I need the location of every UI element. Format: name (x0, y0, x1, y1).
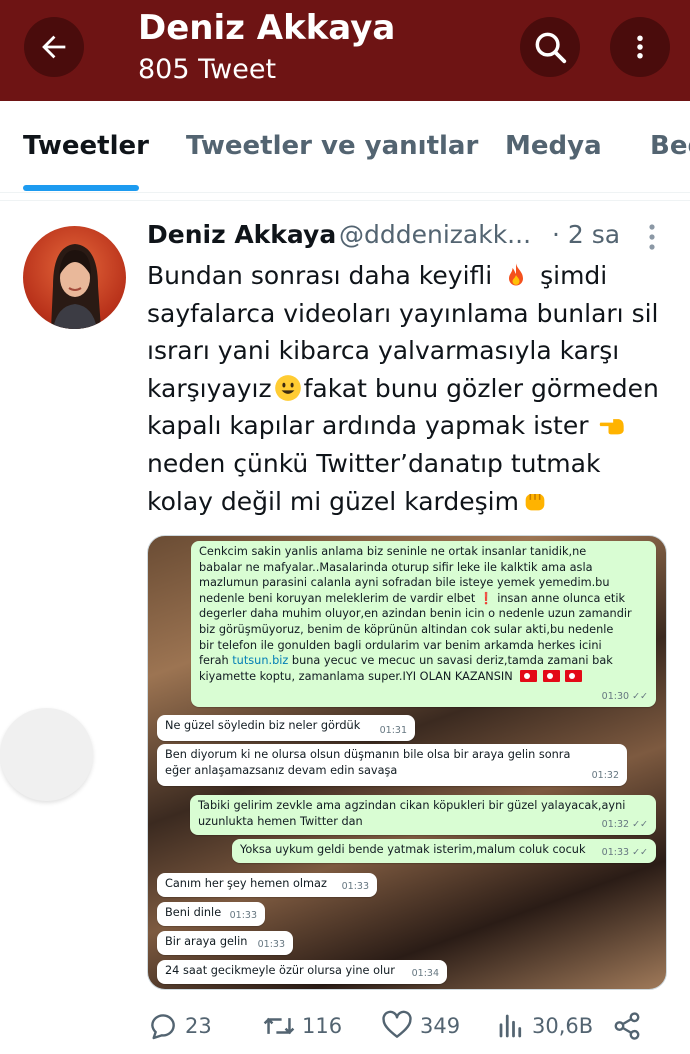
tweet-actions: 23 116 349 30,6B (0, 1010, 690, 1050)
tweet-line: Bundan sonrası daha keyifli (147, 261, 493, 290)
tweet-line: neden çünkü Twitter’danatıp tutmak (147, 448, 601, 478)
tweet-timestamp[interactable]: · 2 sa (552, 220, 620, 249)
chat-message-outgoing: Cenkcim sakin yanlis anlama biz seninle … (191, 541, 656, 707)
tab-media[interactable]: Medya (505, 131, 602, 161)
tweet-line: kolay değil mi güzel kardeşim (147, 486, 519, 516)
tweet-line: ısrarı yani kibarca yalvarmasıyla karşı (147, 336, 620, 366)
tweet-more-button[interactable] (640, 222, 664, 252)
tweet-image[interactable]: Cenkcim sakin yanlis anlama biz seninle … (147, 535, 667, 990)
tweet-line: kapalı kapılar ardında yapmak ister (147, 411, 589, 441)
divider (0, 200, 690, 201)
more-options-button[interactable] (610, 17, 670, 77)
chat-message-incoming: Ne güzel söyledin biz neler gördük 01:31 (157, 715, 415, 741)
smiling-face-emoji-icon (274, 374, 301, 401)
header-tweet-count: 805 Tweet (138, 54, 277, 85)
reply-button[interactable]: 23 (147, 1010, 212, 1042)
tab-tweets-and-replies[interactable]: Tweetler ve yanıtlar (186, 131, 478, 161)
tweet-author-handle[interactable]: @dddenizakk... (339, 220, 531, 249)
arrow-left-icon (42, 35, 66, 59)
chat-message-outgoing: Tabiki gelirim zevkle ama agzindan cikan… (190, 795, 656, 835)
avatar-illustration (51, 244, 101, 329)
chat-message-incoming: Beni dinle 01:33 (157, 902, 265, 926)
exclamation-emoji-icon: ❗ (475, 591, 498, 605)
view-count: 30,6B (532, 1014, 594, 1038)
reply-count: 23 (185, 1014, 212, 1038)
turkey-flag-icon (565, 669, 583, 682)
tweet-author-name[interactable]: Deniz Akkaya (147, 220, 336, 249)
like-button[interactable]: 349 (380, 1010, 460, 1042)
tab-likes[interactable]: Beğ (650, 131, 690, 161)
chat-link: tutsun.biz (232, 654, 289, 668)
avatar[interactable] (23, 226, 126, 329)
views-icon (499, 1014, 522, 1038)
chat-message-incoming: Ben diyorum ki ne olursa olsun düşmanın … (157, 744, 627, 786)
views-button[interactable]: 30,6B (496, 1010, 593, 1042)
tweet-line: sayfalarca videoları yayınlama bunları s… (147, 298, 659, 328)
heart-icon (382, 1010, 412, 1038)
tweet-line: karşıyayız (147, 373, 272, 403)
share-button[interactable] (612, 1010, 648, 1042)
turkey-flag-icon (520, 669, 538, 682)
floating-action-button[interactable] (0, 708, 93, 801)
turkey-flag-icon (542, 669, 560, 682)
search-button[interactable] (520, 17, 580, 77)
like-count: 349 (420, 1014, 461, 1038)
more-vertical-icon (649, 224, 655, 250)
retweet-count: 116 (302, 1014, 343, 1038)
retweet-button[interactable]: 116 (262, 1010, 342, 1042)
chat-message-outgoing: Yoksa uykum geldi bende yatmak isterim,m… (232, 839, 656, 863)
profile-tabs: Tweetler Tweetler ve yanıtlar Medya Beğ (0, 101, 690, 193)
oncoming-fist-emoji-icon (525, 493, 545, 510)
active-tab-indicator (23, 185, 139, 191)
share-icon (614, 1012, 640, 1040)
back-button[interactable] (24, 17, 84, 77)
tweet-line: şimdi (540, 261, 608, 290)
tab-tweets[interactable]: Tweetler (23, 131, 149, 161)
more-vertical-icon (637, 35, 643, 59)
fire-emoji-icon (509, 263, 524, 286)
tweet-line: fakat bunu gözler görmeden (303, 373, 659, 403)
chat-message-incoming: Canım her şey hemen olmaz 01:33 (157, 873, 377, 897)
reply-icon (151, 1014, 175, 1040)
backhand-index-pointing-left-emoji-icon (600, 419, 625, 435)
retweet-icon (263, 1017, 295, 1035)
header-name: Deniz Akkaya (138, 8, 396, 48)
tweet-text: Bundan sonrası daha keyifli şimdi sayfal… (147, 257, 672, 520)
chat-message-incoming: Bir araya gelin 01:33 (157, 931, 293, 955)
chat-message-incoming: 24 saat gecikmeyle özür olursa yine olur… (157, 960, 447, 984)
search-icon (535, 32, 567, 64)
profile-header: Deniz Akkaya 805 Tweet (0, 0, 690, 101)
